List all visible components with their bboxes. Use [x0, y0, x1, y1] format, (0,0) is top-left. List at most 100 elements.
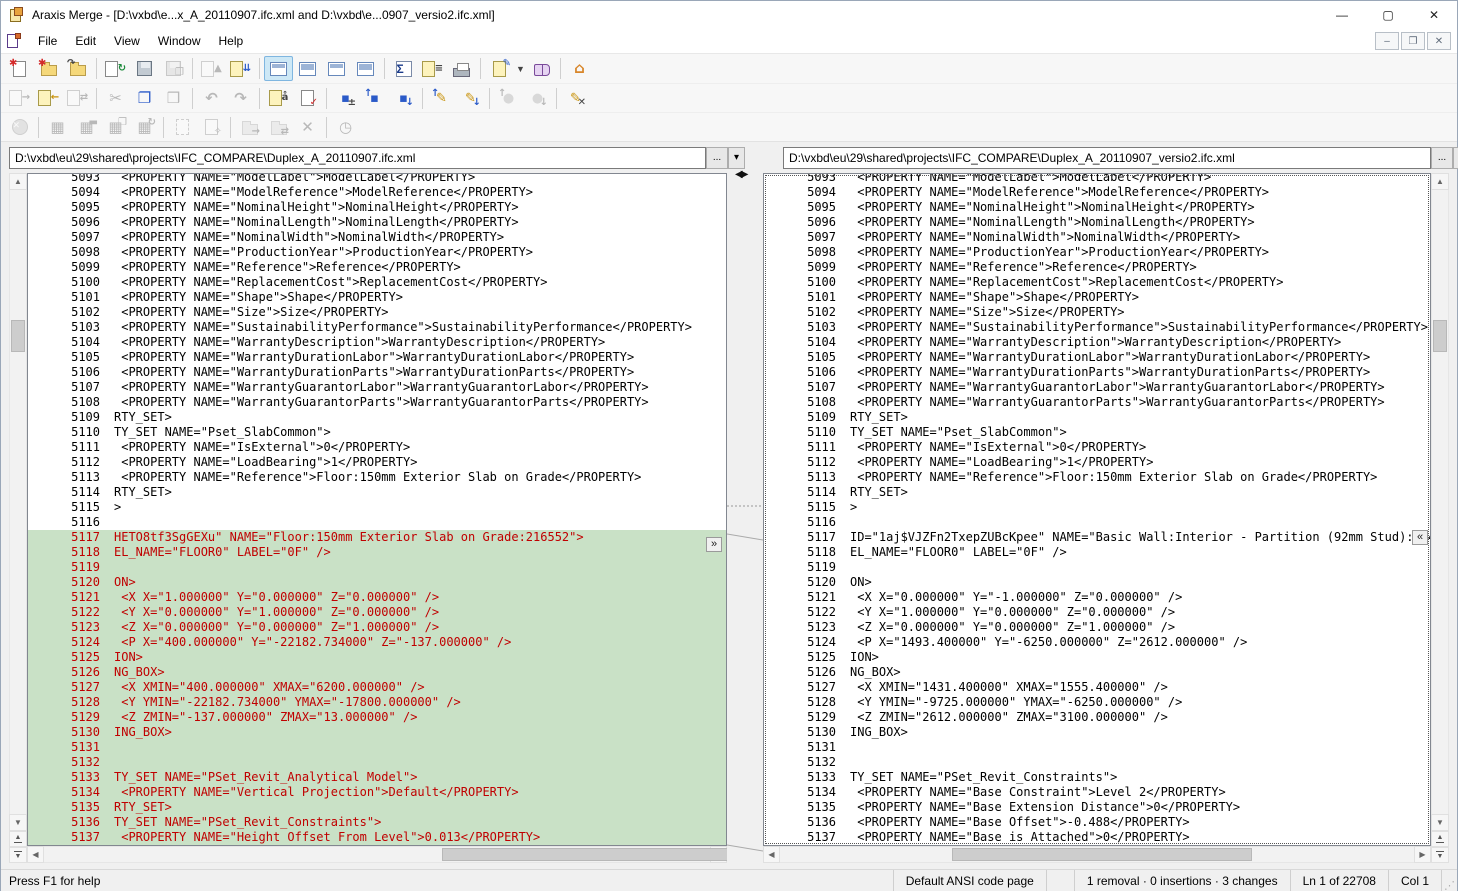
left-code-line[interactable]: 5108 <PROPERTY NAME="WarrantyGuarantorPa…	[28, 395, 726, 410]
right-file-path-input[interactable]	[783, 147, 1431, 169]
left-code-line[interactable]: 5110TY_SET NAME="Pset_SlabCommon">	[28, 425, 726, 440]
left-code-line[interactable]: 5129 <Z ZMIN="-137.000000" ZMAX="13.0000…	[28, 710, 726, 725]
left-scroll-up-button[interactable]: ▲	[9, 173, 27, 190]
text-comparison-3way-button[interactable]	[293, 56, 322, 81]
right-scroll-track[interactable]	[1431, 190, 1449, 814]
left-code-line[interactable]: 5127 <X XMIN="400.000000" XMAX="6200.000…	[28, 680, 726, 695]
left-code-line[interactable]: 5097 <PROPERTY NAME="NominalWidth">Nomin…	[28, 230, 726, 245]
help-book-button[interactable]	[527, 56, 556, 81]
left-scroll-down-button[interactable]: ▼	[9, 814, 27, 831]
left-code-line[interactable]: 5133TY_SET NAME="PSet_Revit_Analytical M…	[28, 770, 726, 785]
text-comparison-2way-button[interactable]	[264, 56, 293, 81]
left-code-line[interactable]: 5134 <PROPERTY NAME="Vertical Projection…	[28, 785, 726, 800]
left-code-line[interactable]: 5112 <PROPERTY NAME="LoadBearing">1</PRO…	[28, 455, 726, 470]
left-code-line[interactable]: 5135RTY_SET>	[28, 800, 726, 815]
copy-to-left-button[interactable]: ←	[34, 86, 63, 111]
right-code-line[interactable]: 5118EL_NAME="FLOOR0" LABEL="0F" />	[764, 545, 1430, 560]
left-file-path-input[interactable]	[9, 147, 706, 169]
right-previous-change-button[interactable]: ▲	[1431, 831, 1449, 847]
left-code-line[interactable]: 5098 <PROPERTY NAME="ProductionYear">Pro…	[28, 245, 726, 260]
mdi-minimize-button[interactable]: –	[1375, 32, 1399, 50]
right-code-line[interactable]: 5114RTY_SET>	[764, 485, 1430, 500]
right-code-line[interactable]: 5108 <PROPERTY NAME="WarrantyGuarantorPa…	[764, 395, 1430, 410]
refresh-comparison-button[interactable]: ↻	[101, 56, 130, 81]
right-browse-button[interactable]: ...	[1431, 147, 1453, 169]
right-code-line[interactable]: 5135 <PROPERTY NAME="Base Extension Dist…	[764, 800, 1430, 815]
left-next-change-button[interactable]: ▼	[9, 847, 27, 863]
close-button[interactable]: ✕	[1411, 1, 1457, 29]
right-code-line[interactable]: 5112 <PROPERTY NAME="LoadBearing">1</PRO…	[764, 455, 1430, 470]
left-hscroll-thumb[interactable]	[442, 848, 734, 861]
left-code-line[interactable]: 5115>	[28, 500, 726, 515]
left-code-line[interactable]: 5113 <PROPERTY NAME="Reference">Floor:15…	[28, 470, 726, 485]
left-browse-button[interactable]: ...	[706, 147, 728, 169]
right-code-line[interactable]: 5107 <PROPERTY NAME="WarrantyGuarantorLa…	[764, 380, 1430, 395]
right-code-line[interactable]: 5094 <PROPERTY NAME="ModelReference">Mod…	[764, 185, 1430, 200]
right-code-line[interactable]: 5130ING_BOX>	[764, 725, 1430, 740]
left-code-line[interactable]: 5137 <PROPERTY NAME="Height Offset From …	[28, 830, 726, 845]
left-horizontal-scrollbar[interactable]: ◀ ▶	[27, 846, 727, 863]
left-code-line[interactable]: 5095 <PROPERTY NAME="NominalHeight">Nomi…	[28, 200, 726, 215]
left-code-line[interactable]: 5102 <PROPERTY NAME="Size">Size</PROPERT…	[28, 305, 726, 320]
left-code-line[interactable]: 5136TY_SET NAME="PSet_Revit_Constraints"…	[28, 815, 726, 830]
left-code-line[interactable]: 5100 <PROPERTY NAME="ReplacementCost">Re…	[28, 275, 726, 290]
right-code-line[interactable]: 5137 <PROPERTY NAME="Base is Attached">0…	[764, 830, 1430, 845]
right-code-line[interactable]: 5131	[764, 740, 1430, 755]
right-code-line[interactable]: 5105 <PROPERTY NAME="WarrantyDurationLab…	[764, 350, 1430, 365]
open-file-button[interactable]: ↷	[63, 56, 92, 81]
right-code-line[interactable]: 5095 <PROPERTY NAME="NominalHeight">Nomi…	[764, 200, 1430, 215]
left-code-line[interactable]: 5120ON>	[28, 575, 726, 590]
right-path-dropdown[interactable]: ▾	[1453, 147, 1458, 169]
left-code-line[interactable]: 5118EL_NAME="FLOOR0" LABEL="0F" />	[28, 545, 726, 560]
mdi-close-button[interactable]: ✕	[1427, 32, 1451, 50]
edit-settings-dropdown-arrow[interactable]: ▼	[514, 56, 527, 81]
left-code-line[interactable]: 5130ING_BOX>	[28, 725, 726, 740]
left-code-line[interactable]: 5116	[28, 515, 726, 530]
home-button[interactable]: ⌂	[565, 56, 594, 81]
left-path-dropdown[interactable]: ▾	[728, 147, 745, 169]
open-comparison-button[interactable]: ✱	[34, 56, 63, 81]
report-button[interactable]: ≡	[418, 56, 447, 81]
left-code-line[interactable]: 5119	[28, 560, 726, 575]
right-code-line[interactable]: 5117ID="1aj$VJZFn2TxepZUBcKpee" NAME="Ba…	[764, 530, 1430, 545]
right-code-line[interactable]: 5115>	[764, 500, 1430, 515]
right-code-line[interactable]: 5129 <Z ZMIN="2612.000000" ZMAX="3100.00…	[764, 710, 1430, 725]
left-code-line[interactable]: 5114RTY_SET>	[28, 485, 726, 500]
left-hscroll-track[interactable]	[44, 846, 710, 863]
right-scroll-down-button[interactable]: ▼	[1431, 814, 1449, 831]
menu-edit[interactable]: Edit	[66, 31, 105, 51]
right-code-line[interactable]: 5101 <PROPERTY NAME="Shape">Shape</PROPE…	[764, 290, 1430, 305]
next-page-button[interactable]: ⇊	[226, 56, 255, 81]
right-code-line[interactable]: 5093 <PROPERTY NAME="ModelLabel">ModelLa…	[764, 173, 1430, 185]
right-code-line[interactable]: 5122 <Y X="1.000000" Y="0.000000" Z="0.0…	[764, 605, 1430, 620]
right-code-line[interactable]: 5123 <Z X="0.000000" Y="0.000000" Z="1.0…	[764, 620, 1430, 635]
right-code-line[interactable]: 5113 <PROPERTY NAME="Reference">Floor:15…	[764, 470, 1430, 485]
right-scroll-thumb[interactable]	[1433, 320, 1447, 352]
statistics-button[interactable]: Σ	[389, 56, 418, 81]
right-code-line[interactable]: 5100 <PROPERTY NAME="ReplacementCost">Re…	[764, 275, 1430, 290]
left-code-line[interactable]: 5106 <PROPERTY NAME="WarrantyDurationPar…	[28, 365, 726, 380]
right-code-line[interactable]: 5127 <X XMIN="1431.400000" XMAX="1555.40…	[764, 680, 1430, 695]
right-code-line[interactable]: 5128 <Y YMIN="-9725.000000" YMAX="-6250.…	[764, 695, 1430, 710]
right-code-line[interactable]: 5106 <PROPERTY NAME="WarrantyDurationPar…	[764, 365, 1430, 380]
right-code-line[interactable]: 5111 <PROPERTY NAME="IsExternal">0</PROP…	[764, 440, 1430, 455]
right-code-line[interactable]: 5121 <X X="0.000000" Y="-1.000000" Z="0.…	[764, 590, 1430, 605]
left-vertical-scrollbar[interactable]: ▲ ▼ ▲ ▼	[9, 173, 27, 863]
left-scroll-thumb[interactable]	[11, 320, 25, 352]
left-code-line[interactable]: 5123 <Z X="0.000000" Y="0.000000" Z="1.0…	[28, 620, 726, 635]
previous-edit-button[interactable]: ✎↑	[427, 86, 456, 111]
mdi-restore-button[interactable]: ❐	[1401, 32, 1425, 50]
folder-comparison-2way-button[interactable]	[322, 56, 351, 81]
left-code-line[interactable]: 5093 <PROPERTY NAME="ModelLabel">ModelLa…	[28, 173, 726, 185]
right-code-line[interactable]: 5110TY_SET NAME="Pset_SlabCommon">	[764, 425, 1430, 440]
right-code-line[interactable]: 5102 <PROPERTY NAME="Size">Size</PROPERT…	[764, 305, 1430, 320]
maximize-button[interactable]: ▢	[1365, 1, 1411, 29]
right-code-line[interactable]: 5103 <PROPERTY NAME="SustainabilityPerfo…	[764, 320, 1430, 335]
left-code-line[interactable]: 5125ION>	[28, 650, 726, 665]
right-code-line[interactable]: 5134 <PROPERTY NAME="Base Constraint">Le…	[764, 785, 1430, 800]
right-vertical-scrollbar[interactable]: ▲ ▼ ▲ ▼	[1431, 173, 1449, 863]
right-code-line[interactable]: 5132	[764, 755, 1430, 770]
right-code-line[interactable]: 5109RTY_SET>	[764, 410, 1430, 425]
right-code-line[interactable]: 5133TY_SET NAME="PSet_Revit_Constraints"…	[764, 770, 1430, 785]
save-file-button[interactable]	[130, 56, 159, 81]
